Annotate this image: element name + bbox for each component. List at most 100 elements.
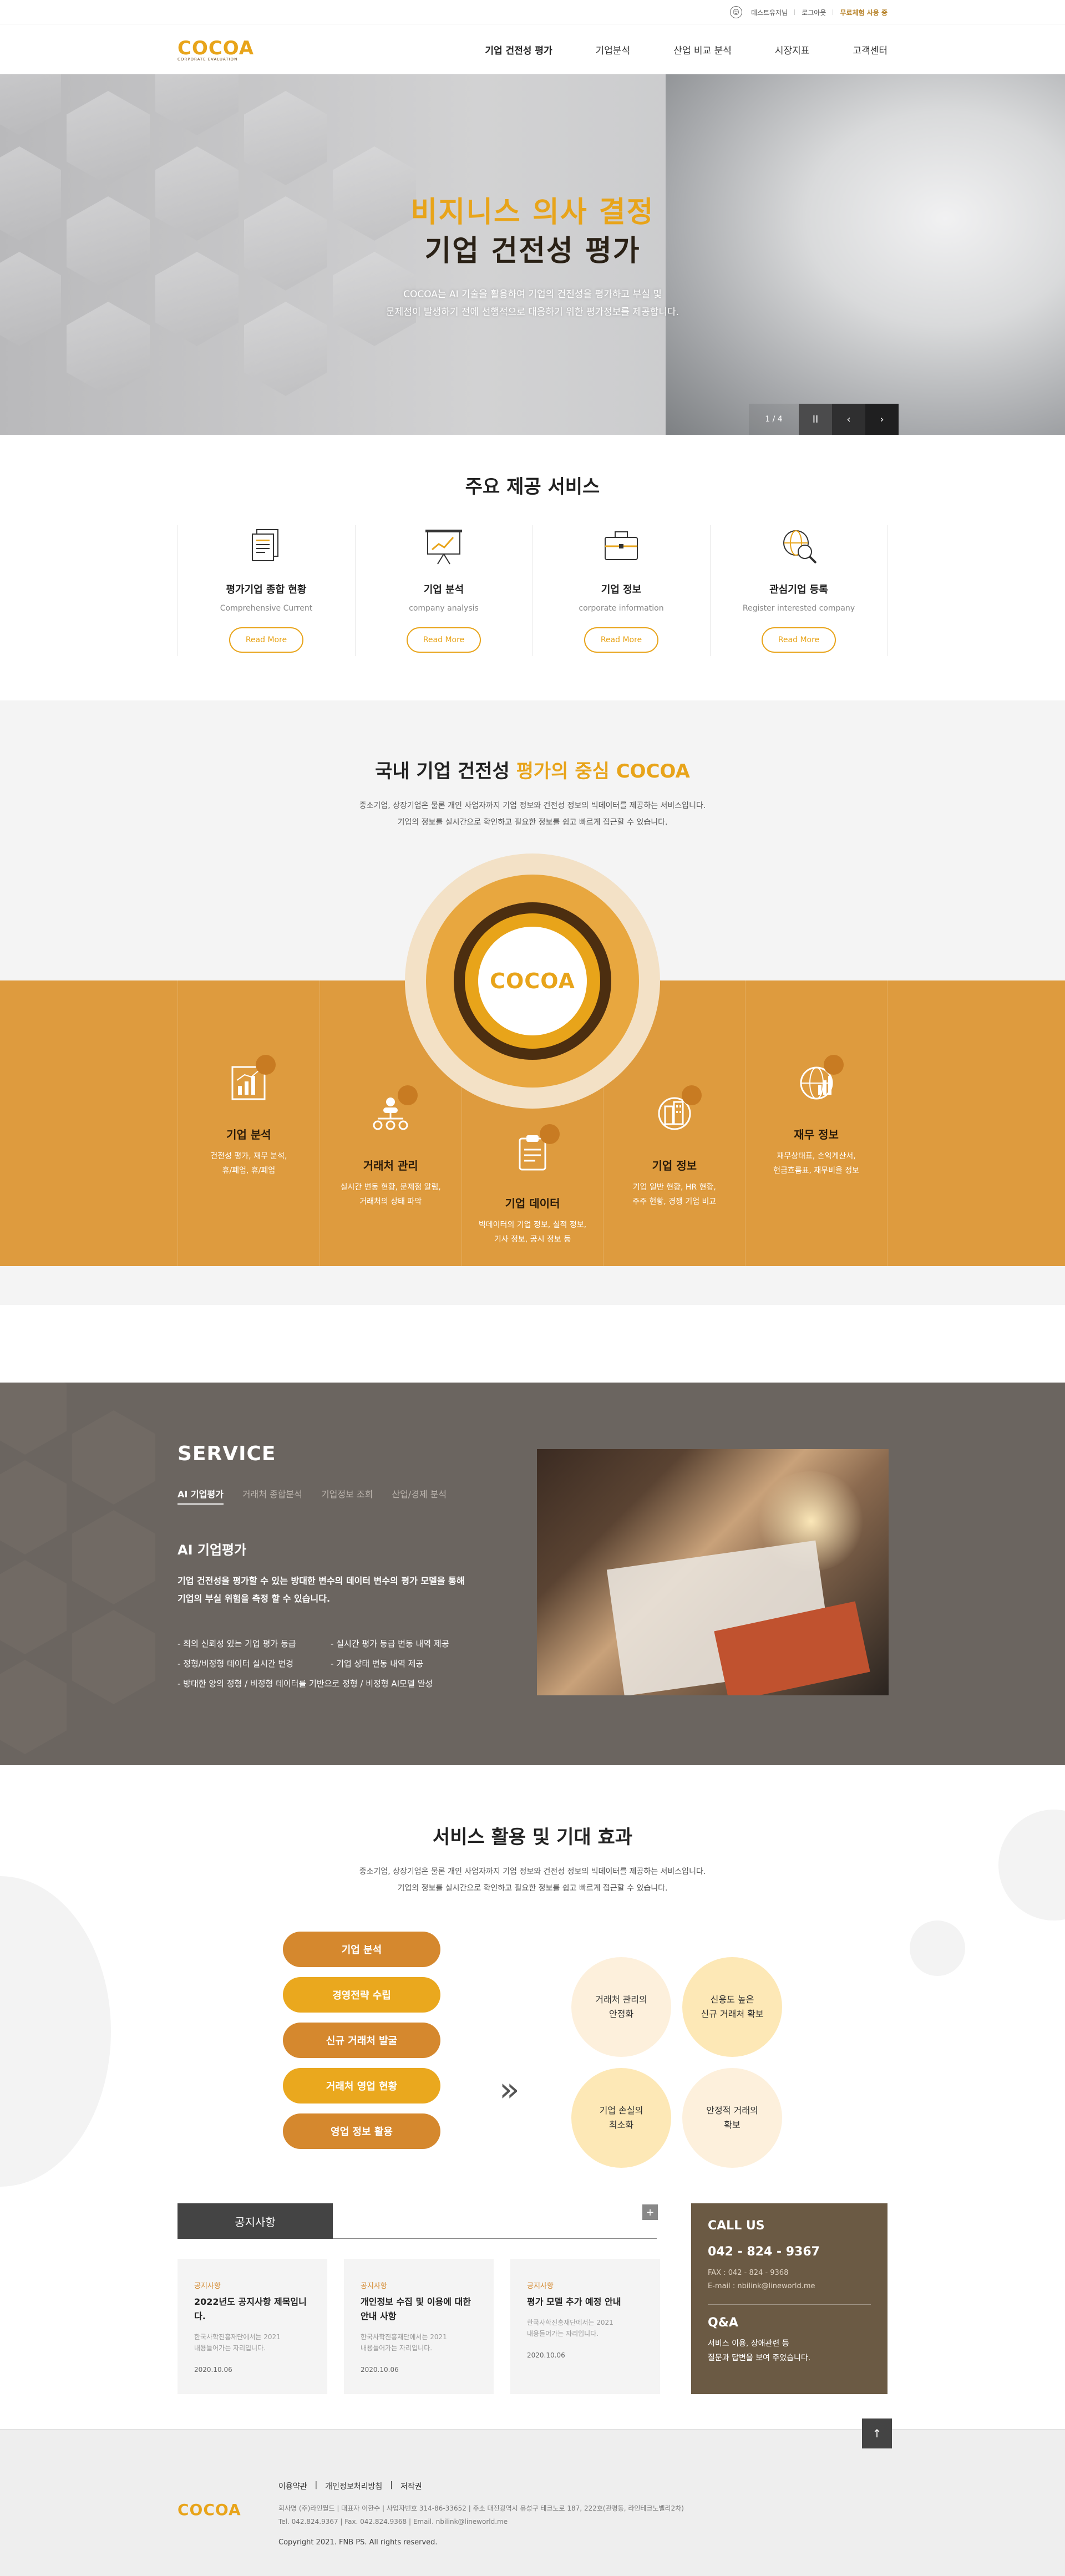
tab-partner-analysis[interactable]: 거래처 종합분석: [242, 1487, 302, 1505]
call-us-heading: CALL US: [708, 2219, 765, 2233]
nav-item-evaluation[interactable]: 기업 건전성 평가: [485, 43, 552, 57]
globe-magnifier-icon: [778, 525, 820, 567]
divider: [333, 2238, 657, 2239]
scroll-top-button[interactable]: ↑: [862, 2419, 892, 2448]
service-subtitle: corporate information: [579, 604, 664, 613]
service-bullet: - 방대한 양의 정형 / 비정형 데이터를 기반으로 정형 / 비정형 AI모…: [178, 1679, 433, 1689]
service-subtitle: AI 기업평가: [178, 1542, 247, 1558]
nav-item-market[interactable]: 시장지표: [775, 43, 810, 57]
hero-desc-line2: 문제점이 발생하기 전에 선행적으로 대응하기 위한 평가정보를 제공합니다.: [386, 307, 679, 318]
globe-chart-icon: [797, 1055, 844, 1102]
feature-title: 기업 분석: [226, 1128, 271, 1141]
hero-slider: 비지니스 의사 결정 기업 건전성 평가 COCOA는 AI 기술을 활용하여 …: [0, 74, 1065, 435]
copyright-link[interactable]: 저작권: [400, 2481, 422, 2492]
read-more-button[interactable]: Read More: [762, 627, 836, 653]
notice-title: 공지사항: [178, 2203, 333, 2239]
notice-card[interactable]: 공지사항 2022년도 공지사항 제목입니다. 한국사학진흥재단에서는 2021…: [178, 2259, 327, 2394]
result-circle: 거래처 관리의 안정화: [571, 1957, 671, 2057]
user-name-link[interactable]: 테스트유저님: [751, 8, 788, 17]
call-us-box: CALL US 042 - 824 - 9367 FAX : 042 - 824…: [691, 2203, 888, 2394]
effects-section: 서비스 활용 및 기대 효과 중소기업, 상장기업은 물론 개인 사업자까지 기…: [0, 1765, 1065, 2203]
company-info: 회사명 (주)라인월드 | 대표자 이한수 | 사업자번호 314-86-336…: [278, 2504, 684, 2512]
usage-pill: 기업 분석: [283, 1932, 440, 1967]
hero-title-accent: 비지니스 의사 결정: [410, 196, 655, 229]
bar-chart-icon: [229, 1055, 276, 1102]
nav-item-support[interactable]: 고객센터: [853, 43, 888, 57]
phone-number[interactable]: 042 - 824 - 9367: [708, 2245, 871, 2259]
service-bullet: - 실시간 평가 등급 변동 내역 제공: [331, 1639, 449, 1649]
hexagon-decor: [72, 1410, 155, 1505]
service-card: 평가기업 종합 현황 Comprehensive Current Read Mo…: [178, 525, 355, 656]
service-tab-section: SERVICE AI 기업평가 거래처 종합분석 기업정보 조회 산업/경제 분…: [0, 1383, 1065, 1765]
effects-desc-line1: 중소기업, 상장기업은 물론 개인 사업자까지 기업 정보와 건전성 정보의 빅…: [359, 1867, 706, 1876]
tab-company-lookup[interactable]: 기업정보 조회: [321, 1487, 373, 1505]
contact-info: Tel. 042.824.9367 | Fax. 042.824.9368 | …: [278, 2518, 508, 2526]
business-meeting-photo: [537, 1449, 889, 1695]
service-lead: 기업 건전성을 평가할 수 있는 방대한 변수의 데이터 변수의 평가 모델을 …: [178, 1576, 465, 1604]
tab-industry-analysis[interactable]: 산업/경제 분석: [392, 1487, 447, 1505]
usage-pill: 영업 정보 활용: [283, 2113, 440, 2149]
briefcase-icon: [600, 525, 642, 567]
read-more-button[interactable]: Read More: [584, 627, 658, 653]
divider: [794, 9, 795, 15]
usage-pill: 경영전략 수립: [283, 1977, 440, 2013]
service-subtitle: Comprehensive Current: [220, 604, 313, 613]
hexagon-decor: [0, 1383, 67, 1455]
main-nav: 기업 건전성 평가 기업분석 산업 비교 분석 시장지표 고객센터: [485, 43, 888, 57]
usage-pill: 신규 거래처 발굴: [283, 2023, 440, 2058]
service-bullet: - 기업 상태 변동 내역 제공: [331, 1659, 424, 1669]
trial-status-link[interactable]: 무료체험 사용 중: [840, 8, 888, 17]
result-circle: 기업 손실의 최소화: [571, 2068, 671, 2168]
read-more-button[interactable]: Read More: [407, 627, 481, 653]
hexagon-decor: [0, 1560, 67, 1654]
circle-decor: [0, 1876, 111, 2187]
tab-ai-evaluation[interactable]: AI 기업평가: [178, 1487, 224, 1505]
services-section: 주요 제공 서비스 평가기업 종합 현황 Comprehensive Curre…: [0, 435, 1065, 700]
site-logo[interactable]: COCOA CORPORATE EVALUATION: [178, 37, 254, 62]
terms-link[interactable]: 이용약관: [278, 2481, 307, 2492]
notice-card[interactable]: 공지사항 평가 모델 추가 예정 안내 한국사학진흥재단에서는 2021 내용들어…: [510, 2259, 660, 2394]
site-footer: ↑ COCOA 이용약관 | 개인정보처리방침 | 저작권 회사명 (주)라인월…: [0, 2419, 1065, 2576]
footer-logo: COCOA: [178, 2501, 241, 2519]
hexagon-decor: [0, 1660, 67, 1754]
privacy-link[interactable]: 개인정보처리방침: [325, 2481, 382, 2492]
hexagon-decor: [0, 1460, 67, 1554]
feature-column: 재무 정보 재무상태표, 손익계산서, 현금흐름표, 재무비율 정보: [746, 980, 888, 1266]
logout-link[interactable]: 로그아웃: [802, 8, 826, 17]
center-title: 국내 기업 건전성 평가의 중심 COCOA: [375, 760, 690, 783]
feature-title: 기업 정보: [652, 1159, 697, 1172]
nav-item-industry[interactable]: 산업 비교 분석: [673, 43, 732, 57]
service-tabs: AI 기업평가 거래처 종합분석 기업정보 조회 산업/경제 분석: [178, 1487, 447, 1505]
service-subtitle: Register interested company: [742, 604, 855, 613]
prev-slide-button[interactable]: ‹: [832, 404, 865, 435]
notice-card[interactable]: 공지사항 개인정보 수집 및 이용에 대한 안내 사항 한국사학진흥재단에서는 …: [344, 2259, 494, 2394]
chart-board-icon: [423, 525, 465, 567]
feature-title: 거래처 관리: [363, 1159, 418, 1172]
service-card: 기업 분석 company analysis Read More: [355, 525, 532, 656]
service-card: 관심기업 등록 Register interested company Read…: [710, 525, 888, 656]
service-title: 관심기업 등록: [769, 584, 828, 596]
hexagon-decor: [155, 74, 239, 135]
email-address[interactable]: E-mail : nbilink@lineworld.me: [708, 2282, 815, 2290]
center-desc-line2: 기업의 정보를 실시간으로 확인하고 필요한 정보를 쉽고 빠르게 접근할 수 …: [397, 818, 668, 827]
effects-desc-line2: 기업의 정보를 실시간으로 확인하고 필요한 정보를 쉽고 빠르게 접근할 수 …: [397, 1884, 668, 1893]
center-logo: COCOA: [490, 969, 575, 993]
read-more-button[interactable]: Read More: [229, 627, 303, 653]
service-title: 기업 분석: [423, 584, 464, 596]
pause-button[interactable]: II: [799, 404, 832, 435]
result-circle: 안정적 거래의 확보: [682, 2068, 782, 2168]
more-notice-button[interactable]: +: [642, 2204, 658, 2220]
double-chevron-icon: »: [499, 2070, 519, 2109]
feature-title: 재무 정보: [794, 1128, 839, 1141]
service-heading: SERVICE: [178, 1442, 276, 1465]
service-title: 평가기업 종합 현황: [226, 584, 307, 596]
center-desc-line1: 중소기업, 상장기업은 물론 개인 사업자까지 기업 정보와 건전성 정보의 빅…: [359, 801, 706, 810]
hexagon-decor: [244, 91, 327, 185]
cocoa-center-section: 국내 기업 건전성 평가의 중심 COCOA 중소기업, 상장기업은 물론 개인…: [0, 700, 1065, 1305]
service-subtitle: company analysis: [409, 604, 479, 613]
circle-decor: [910, 1920, 965, 1976]
next-slide-button[interactable]: ›: [865, 404, 899, 435]
clipboard-icon: [513, 1124, 560, 1172]
nav-item-analysis[interactable]: 기업분석: [596, 43, 631, 57]
slider-controls: 1 / 4 II ‹ ›: [749, 404, 899, 435]
